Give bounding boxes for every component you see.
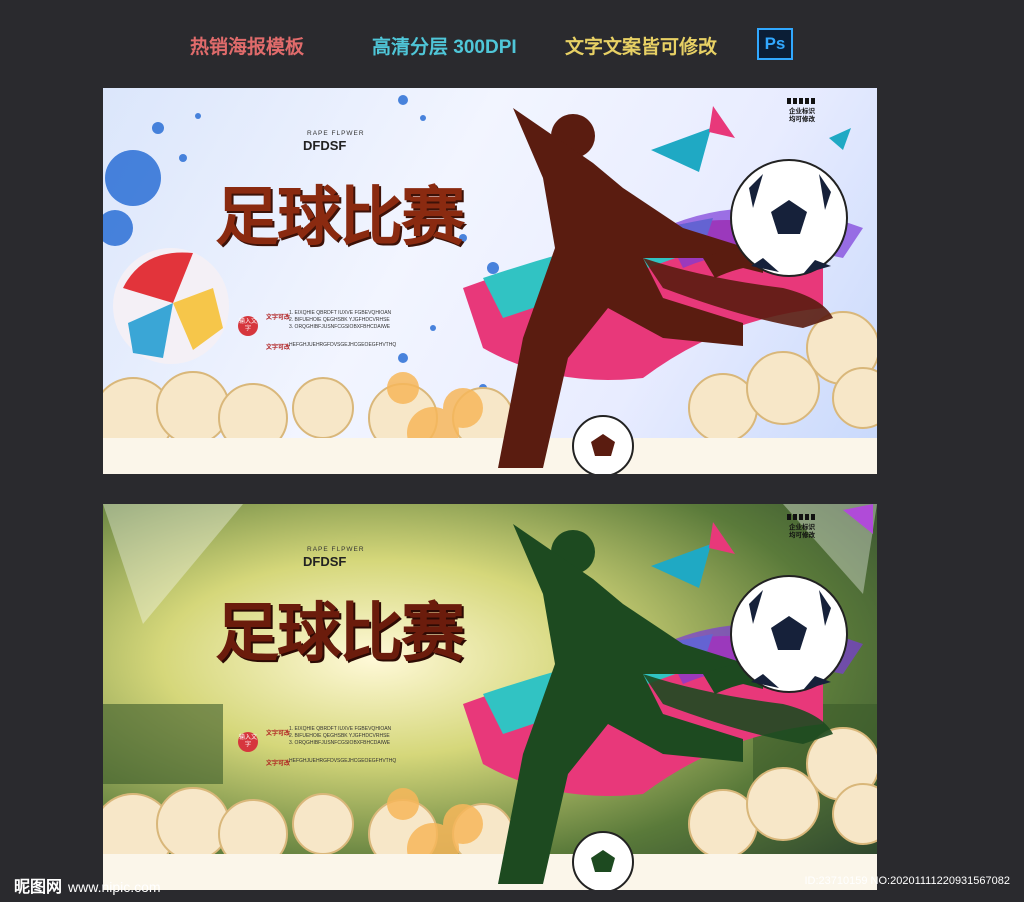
- circle-tag: 输入文字: [238, 732, 258, 752]
- poster-title: 足球比赛: [215, 180, 465, 255]
- poster-light: RAPE FLPWER DFDSF 足球比赛 输入文字 文字可改 文字可改 1.…: [103, 88, 877, 474]
- photoshop-icon: Ps: [757, 28, 793, 60]
- poster-title: 足球比赛: [215, 596, 465, 671]
- circle-tag: 输入文字: [238, 316, 258, 336]
- corner-note: 企业标识 均可修改: [789, 108, 815, 123]
- body-text-2: HEFGHJUEHRGFDVSGEJHCGEOEGFHVTHQ: [289, 758, 397, 764]
- barcode-icon: [787, 514, 817, 520]
- poster-light-artwork: [103, 95, 877, 474]
- brand-text: RAPE FLPWER: [307, 130, 365, 137]
- site-logo[interactable]: 昵图网 www.nipic.com: [14, 873, 161, 897]
- body-text: 1. EIXQHIE QBRDFT IUXVE FGBEVQHIOAN 2. B…: [289, 726, 392, 746]
- text-label: 文字可改: [266, 315, 291, 321]
- soccer-ball-2: [730, 575, 848, 693]
- barcode-icon: [787, 98, 817, 104]
- soccer-ball: [730, 159, 848, 277]
- code-text: DFDSF: [303, 554, 347, 569]
- tag-hd-layered: 高清分层 300DPI: [372, 37, 517, 58]
- code-text: DFDSF: [303, 138, 347, 153]
- body-text-2: HEFGHJUEHRGFDVSGEJHCGEOEGFHVTHQ: [289, 342, 397, 348]
- tag-hot-template: 热销海报模板: [190, 37, 305, 58]
- poster-stadium-artwork: [103, 504, 877, 890]
- image-id: ID:23710159 NO:20201111220931567082: [804, 875, 1010, 887]
- tag-text-editable: 文字文案皆可修改: [565, 37, 718, 58]
- brand-text: RAPE FLPWER: [307, 546, 365, 553]
- poster-stadium: RAPE FLPWER DFDSF 足球比赛 输入文字 文字可改 文字可改 1.…: [103, 504, 877, 890]
- body-text: 1. EIXQHIE QBRDFT IUXVE FGBEVQHIOAN 2. B…: [289, 310, 392, 330]
- header-bar: 热销海报模板 高清分层 300DPI 文字文案皆可修改 Ps: [0, 28, 1024, 68]
- corner-note: 企业标识 均可修改: [789, 524, 815, 539]
- text-label: 文字可改: [266, 731, 291, 737]
- text-label-2: 文字可改: [266, 761, 291, 767]
- text-label-2: 文字可改: [266, 345, 291, 351]
